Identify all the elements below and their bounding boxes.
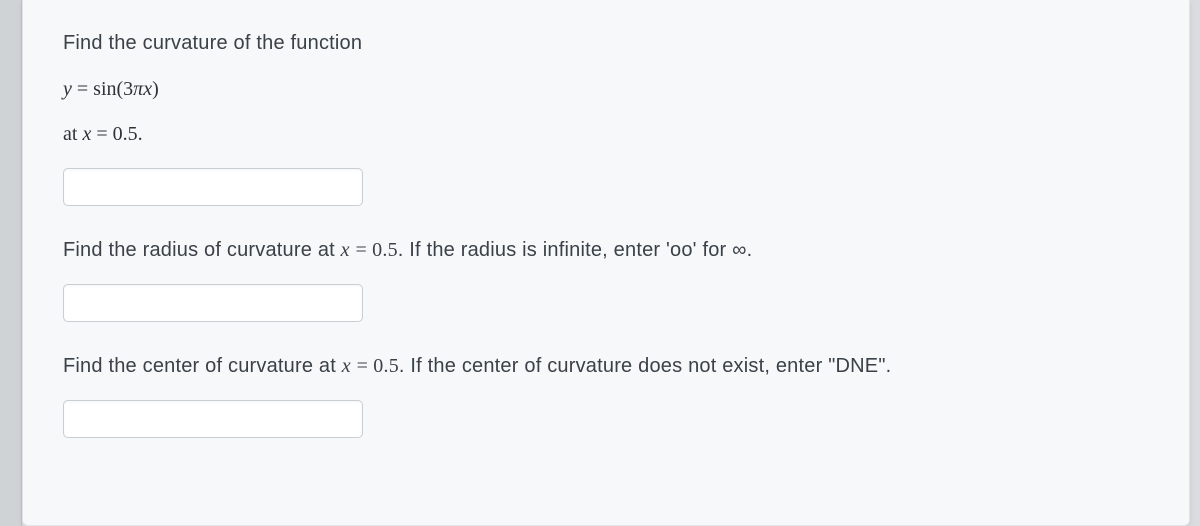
radius-prompt-prefix: Find the radius of curvature at xyxy=(63,239,341,261)
center-prompt-prefix: Find the center of curvature at xyxy=(63,355,342,377)
question-panel: Find the curvature of the function y = s… xyxy=(22,0,1190,526)
question-intro: Find the curvature of the function xyxy=(63,28,1149,58)
curvature-input[interactable] xyxy=(63,168,363,206)
at-point-display: at x = 0.5. xyxy=(63,123,1149,146)
radius-prompt: Find the radius of curvature at x = 0.5.… xyxy=(63,234,1149,266)
center-math: x = 0.5 xyxy=(342,355,399,377)
radius-prompt-suffix: . If the radius is infinite, enter 'oo' … xyxy=(398,239,753,261)
center-prompt-suffix: . If the center of curvature does not ex… xyxy=(399,355,892,377)
center-input[interactable] xyxy=(63,400,363,438)
equation-display: y = sin(3πx) xyxy=(63,78,1149,101)
center-prompt: Find the center of curvature at x = 0.5.… xyxy=(63,350,1149,382)
tool-sidebar xyxy=(0,0,22,526)
radius-math: x = 0.5 xyxy=(341,239,398,261)
radius-input[interactable] xyxy=(63,284,363,322)
